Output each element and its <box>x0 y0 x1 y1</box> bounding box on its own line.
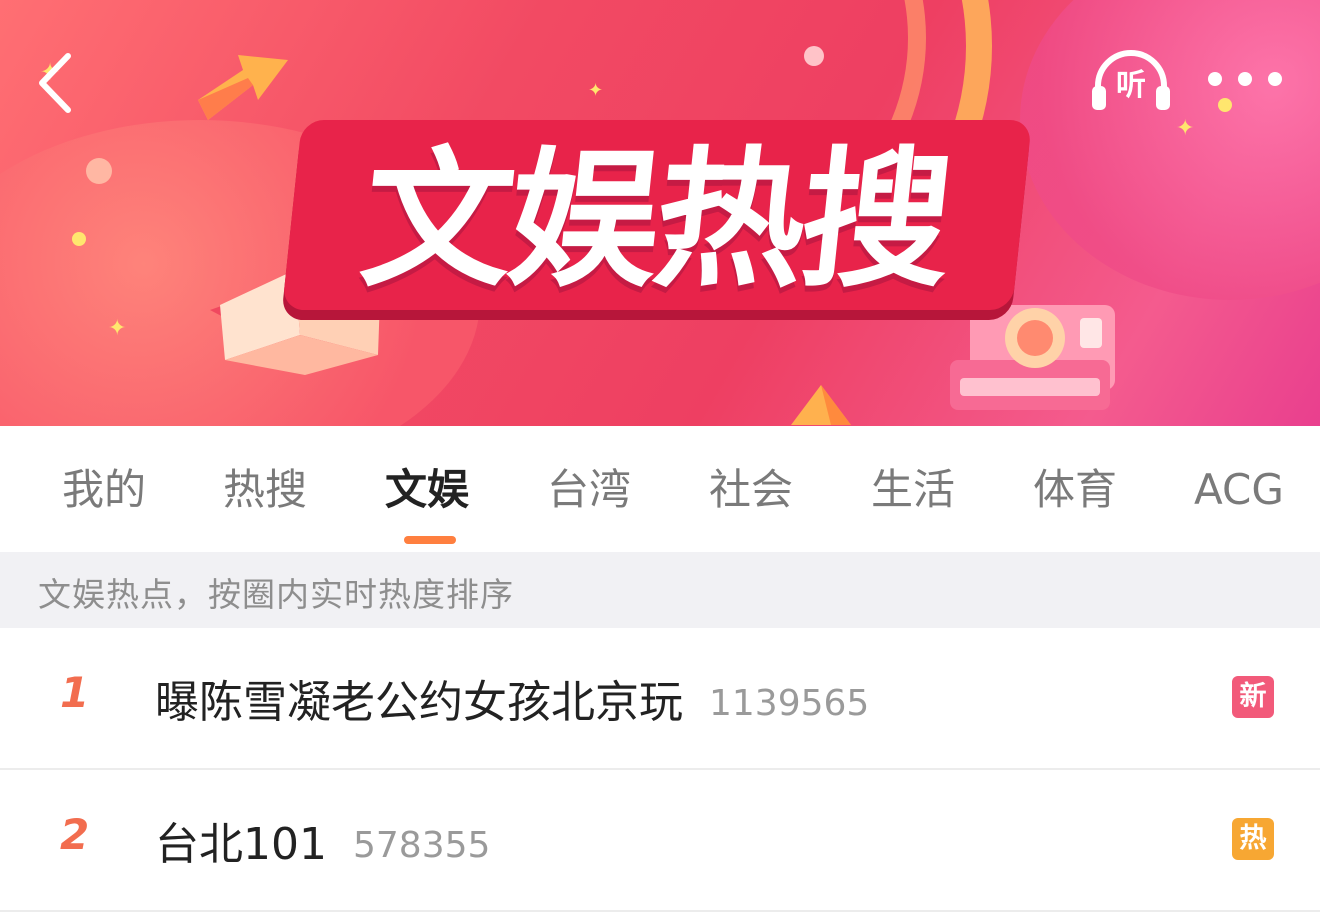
bubble-decoration <box>86 158 112 184</box>
info-strip: 文娱热点，按圈内实时热度排序 <box>0 552 1320 628</box>
bubble-decoration <box>72 232 86 246</box>
dot <box>1268 72 1282 86</box>
listen-button[interactable]: 听 <box>1088 46 1174 116</box>
sparkle-icon: ✦ <box>108 316 127 341</box>
tab-society[interactable]: 社会 <box>709 460 793 520</box>
dot <box>1238 72 1252 86</box>
tab-taiwan[interactable]: 台湾 <box>547 460 631 520</box>
rank-number: 2 <box>60 810 90 859</box>
tab-acg[interactable]: ACG <box>1194 460 1284 520</box>
rank-number: 1 <box>60 668 90 717</box>
heat-count: 578355 <box>352 825 491 866</box>
list-item-title-wrap: 台北101 578355 <box>155 808 490 872</box>
list-item[interactable]: 2 台北101 578355 热 <box>0 770 1320 912</box>
tab-mine[interactable]: 我的 <box>62 460 146 520</box>
new-badge: 新 <box>1232 676 1274 718</box>
dot <box>1208 72 1222 86</box>
bubble-decoration <box>804 46 824 66</box>
list-item-title: 台北101 <box>155 819 327 870</box>
arrow-decoration <box>198 55 288 120</box>
category-tabs: 我的 热搜 文娱 台湾 社会 生活 体育 ACG <box>0 426 1320 552</box>
sparkle-icon: ✦ <box>1176 116 1195 141</box>
banner-blob-right <box>1020 0 1320 300</box>
list-item[interactable]: 1 曝陈雪凝老公约女孩北京玩 1139565 新 <box>0 628 1320 770</box>
listen-label: 听 <box>1116 68 1146 103</box>
tab-life[interactable]: 生活 <box>871 460 955 520</box>
prism-decoration <box>791 385 851 425</box>
tab-sports[interactable]: 体育 <box>1033 460 1117 520</box>
more-dots-icon[interactable] <box>1208 66 1282 92</box>
tab-entertainment[interactable]: 文娱 <box>385 460 469 520</box>
active-tab-indicator <box>404 536 456 544</box>
tab-hot-search[interactable]: 热搜 <box>223 460 307 520</box>
list-item-title: 曝陈雪凝老公约女孩北京玩 <box>155 677 683 728</box>
heat-count: 1139565 <box>709 683 870 724</box>
bubble-decoration <box>1218 98 1232 112</box>
banner: ✦ ✦ ✦ ✦ 文娱热搜 听 <box>0 0 1320 426</box>
sparkle-icon: ✦ <box>588 80 604 101</box>
chevron-left-icon[interactable] <box>32 48 82 118</box>
info-text: 文娱热点，按圈内实时热度排序 <box>38 575 514 614</box>
hot-badge: 热 <box>1232 818 1274 860</box>
list-item-title-wrap: 曝陈雪凝老公约女孩北京玩 1139565 <box>155 666 869 730</box>
banner-title: 文娱热搜 <box>354 133 957 308</box>
